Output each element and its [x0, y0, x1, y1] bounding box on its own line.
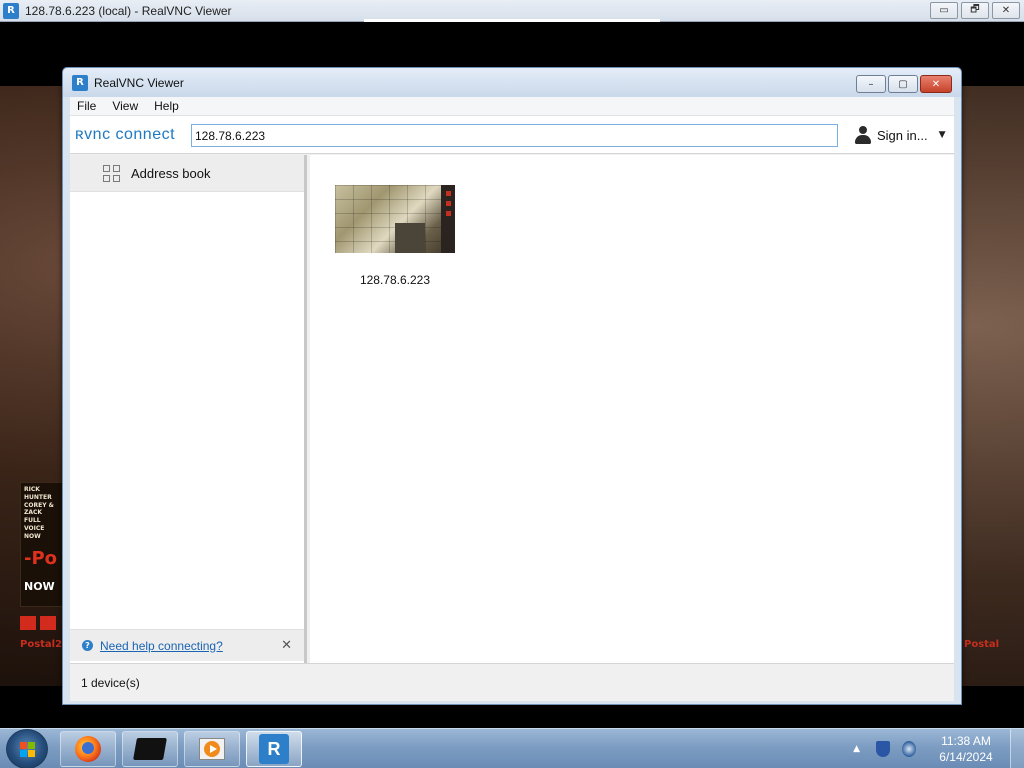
viewer-window-controls: – ▢ ✕ [856, 75, 952, 93]
sidebar: Address book ? Need help connecting? ✕ [70, 155, 307, 663]
sign-in-button[interactable]: Sign in... ▼ [854, 126, 946, 144]
sign-in-label: Sign in... [877, 127, 928, 143]
clock-date: 6/14/2024 [939, 750, 993, 764]
ad-banner-text: RICK HUNTER COREY & ZACK FULL VOICE NOW [24, 486, 54, 540]
shield-icon[interactable] [876, 741, 890, 757]
viewer-title: RealVNC Viewer [94, 75, 184, 90]
box-icon [133, 738, 167, 760]
outer-window-controls: ▭ 🗗 ✕ [930, 2, 1020, 19]
toolbar: ʀvnc connect Sign in... ▼ [70, 116, 954, 154]
ad-banner-logo: -Po [24, 547, 58, 569]
device-thumbnail [335, 185, 455, 253]
outer-restore-button[interactable]: 🗗 [961, 2, 989, 19]
taskbar-realvnc[interactable]: R [246, 731, 302, 767]
youtube-icon[interactable] [20, 616, 36, 630]
viewer-close-button[interactable]: ✕ [920, 75, 952, 93]
outer-titlebar: R 128.78.6.223 (local) - RealVNC Viewer … [0, 0, 1024, 22]
address-input[interactable] [191, 124, 838, 147]
vnc-connect-logo: ʀvnc connect [75, 125, 176, 143]
chevron-down-icon[interactable]: ▼ [939, 130, 946, 140]
viewer-maximize-button[interactable]: ▢ [888, 75, 918, 93]
outer-close-button[interactable]: ✕ [992, 2, 1020, 19]
sidebar-item-address-book[interactable]: Address book [70, 155, 304, 192]
system-tray: ▲ 11:38 AM 6/14/2024 [853, 729, 1024, 768]
menubar: File View Help [70, 97, 954, 116]
ad-banner-now: NOW [24, 579, 55, 593]
ad-banner[interactable]: RICK HUNTER COREY & ZACK FULL VOICE NOW … [20, 482, 64, 607]
device-tile[interactable]: 128.78.6.223 [335, 185, 455, 287]
help-icon: ? [82, 640, 93, 651]
show-desktop-button[interactable] [1010, 729, 1024, 768]
viewer-client-area: File View Help ʀvnc connect Sign in... ▼ [70, 97, 954, 701]
clock[interactable]: 11:38 AM 6/14/2024 [928, 733, 1004, 765]
outer-minimize-button[interactable]: ▭ [930, 2, 958, 19]
windows-flag-icon [20, 742, 36, 758]
taskbar: R ▲ 11:38 AM 6/14/2024 [0, 728, 1024, 768]
realvnc-icon: R [259, 734, 289, 764]
viewer-titlebar: R RealVNC Viewer – ▢ ✕ [63, 68, 961, 97]
realvnc-icon: R [72, 74, 88, 91]
firefox-icon [75, 736, 101, 762]
realvnc-viewer-window: R RealVNC Viewer – ▢ ✕ File View Help ʀv… [62, 67, 962, 705]
help-bar: ? Need help connecting? ✕ [70, 629, 304, 661]
remote-desktop[interactable]: RICK HUNTER COREY & ZACK FULL VOICE NOW … [0, 22, 1024, 728]
need-help-link[interactable]: Need help connecting? [100, 639, 223, 653]
ad-social-icons [20, 616, 56, 630]
taskbar-box-app[interactable] [122, 731, 178, 767]
network-icon[interactable] [902, 741, 916, 757]
device-count: 1 device(s) [81, 675, 140, 690]
remote-label-left: Postal2 [20, 639, 63, 650]
taskbar-firefox[interactable] [60, 731, 116, 767]
start-button[interactable] [6, 729, 48, 768]
menu-view[interactable]: View [104, 99, 146, 113]
facebook-icon[interactable] [40, 616, 56, 630]
menu-help[interactable]: Help [146, 99, 187, 113]
grid-icon [103, 164, 120, 182]
device-label: 128.78.6.223 [359, 273, 431, 287]
realvnc-icon: R [3, 2, 19, 19]
statusbar: 1 device(s) [70, 663, 954, 701]
remote-label-right: Postal [964, 639, 1000, 650]
taskbar-media-player[interactable] [184, 731, 240, 767]
clock-time: 11:38 AM [941, 734, 991, 748]
user-icon [854, 126, 872, 144]
close-icon[interactable]: ✕ [281, 638, 292, 653]
tray-expand-icon[interactable]: ▲ [853, 744, 860, 754]
sidebar-item-label: Address book [131, 165, 211, 181]
viewer-minimize-button[interactable]: – [856, 75, 886, 93]
outer-window-title: 128.78.6.223 (local) - RealVNC Viewer [25, 3, 232, 18]
menu-file[interactable]: File [70, 99, 104, 113]
media-player-icon [199, 738, 225, 760]
device-list-pane: 128.78.6.223 [310, 155, 954, 663]
